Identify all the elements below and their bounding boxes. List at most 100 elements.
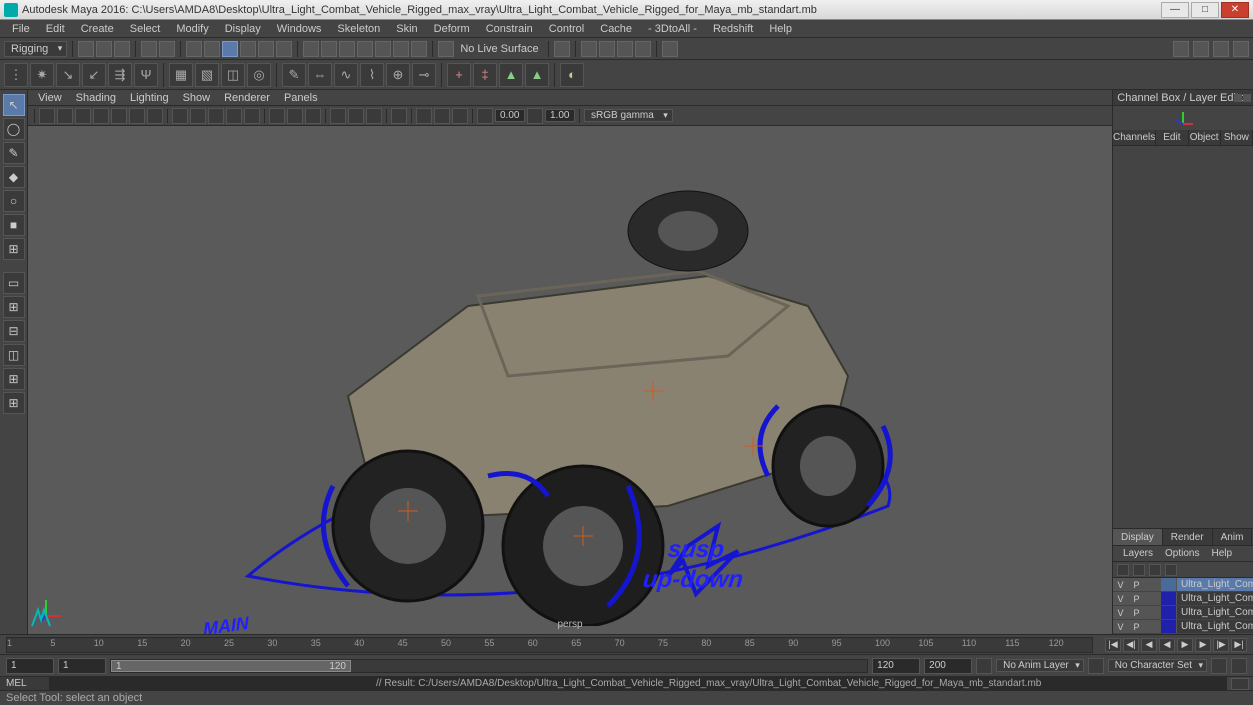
menu-modify[interactable]: Modify — [168, 23, 216, 35]
panel-menu-view[interactable]: View — [32, 92, 68, 104]
menu-skin[interactable]: Skin — [388, 23, 425, 35]
snap-point-icon[interactable] — [339, 41, 355, 57]
layer-vis-toggle[interactable]: V — [1113, 620, 1129, 633]
wireframe-icon[interactable] — [172, 108, 188, 124]
ik-spline-icon[interactable]: ↙ — [82, 63, 106, 87]
shaded-icon[interactable] — [190, 108, 206, 124]
mirror-icon[interactable]: ⇔ — [308, 63, 332, 87]
snap-surface-icon[interactable] — [375, 41, 391, 57]
select-mask-icon[interactable] — [276, 41, 292, 57]
step-back-button[interactable]: ◀ — [1141, 638, 1157, 652]
resolution-gate-icon[interactable] — [129, 108, 145, 124]
xray-joints-icon[interactable] — [305, 108, 321, 124]
mesh-icon[interactable]: ▧ — [195, 63, 219, 87]
dock-icon[interactable] — [1234, 94, 1242, 102]
image-plane-icon[interactable] — [75, 108, 91, 124]
range-slider-thumb[interactable]: 1 120 — [111, 660, 351, 672]
menu-create[interactable]: Create — [73, 23, 122, 35]
gamma-icon[interactable] — [527, 108, 543, 124]
new-scene-icon[interactable] — [78, 41, 94, 57]
menu-cache[interactable]: Cache — [592, 23, 640, 35]
lattice-icon[interactable]: ◫ — [221, 63, 245, 87]
menu-deform[interactable]: Deform — [426, 23, 478, 35]
step-forward-button[interactable]: ▶ — [1195, 638, 1211, 652]
isolate-select-icon[interactable] — [269, 108, 285, 124]
layer-type-toggle[interactable]: P — [1129, 592, 1145, 605]
go-to-start-button[interactable]: |◀ — [1105, 638, 1121, 652]
layer-color-swatch[interactable] — [1161, 578, 1177, 591]
wrap-icon[interactable]: ⌇ — [360, 63, 384, 87]
skin-cluster-icon[interactable]: ⇶ — [108, 63, 132, 87]
ik-handle-icon[interactable]: ↘ — [56, 63, 80, 87]
anim-layer-dropdown[interactable]: No Anim Layer — [996, 659, 1084, 672]
render-view-icon[interactable] — [662, 41, 678, 57]
parent-constraint-icon[interactable]: ‡ — [473, 63, 497, 87]
menu-constrain[interactable]: Constrain — [478, 23, 541, 35]
film-gate-icon[interactable] — [93, 108, 109, 124]
tab-edit[interactable]: Edit — [1156, 130, 1188, 145]
gamma-icon[interactable] — [477, 108, 493, 124]
tab-channels[interactable]: Channels — [1113, 130, 1156, 145]
lights-icon[interactable] — [226, 108, 242, 124]
pose-icon[interactable]: ▲ — [499, 63, 523, 87]
script-lang-toggle[interactable]: MEL — [0, 677, 50, 690]
menu-redshift[interactable]: Redshift — [705, 23, 761, 35]
maximize-button[interactable]: □ — [1191, 2, 1219, 18]
wire-icon[interactable]: ⊸ — [412, 63, 436, 87]
textured-icon[interactable] — [208, 108, 224, 124]
character-set-dropdown[interactable]: No Character Set — [1108, 659, 1207, 672]
lasso-tool[interactable]: ◯ — [3, 118, 25, 140]
layer-type-toggle[interactable]: P — [1129, 606, 1145, 619]
layer-color-swatch[interactable] — [1161, 620, 1177, 633]
snap-curve-icon[interactable] — [321, 41, 337, 57]
panel-menu-lighting[interactable]: Lighting — [124, 92, 175, 104]
rotate-tool[interactable]: ○ — [3, 190, 25, 212]
menu-windows[interactable]: Windows — [269, 23, 330, 35]
live-surface-icon[interactable] — [438, 41, 454, 57]
aa-icon[interactable] — [366, 108, 382, 124]
select-mask-icon[interactable] — [186, 41, 202, 57]
render-icon[interactable] — [581, 41, 597, 57]
playback-end-field[interactable] — [872, 658, 920, 674]
tab-display[interactable]: Display — [1113, 529, 1163, 545]
playback-start-field[interactable] — [58, 658, 106, 674]
panel-layout-icon[interactable] — [1173, 41, 1189, 57]
layout-four-icon[interactable]: ⊞ — [3, 296, 25, 318]
hypershade-icon[interactable] — [635, 41, 651, 57]
step-back-key-button[interactable]: ◀| — [1123, 638, 1139, 652]
last-tool[interactable]: ⊞ — [3, 238, 25, 260]
snap-icon[interactable] — [393, 41, 409, 57]
deform-icon[interactable]: ∿ — [334, 63, 358, 87]
close-button[interactable]: ✕ — [1221, 2, 1249, 18]
tab-render[interactable]: Render — [1163, 529, 1213, 545]
grid-icon[interactable] — [111, 108, 127, 124]
menu-layers[interactable]: Layers — [1117, 548, 1159, 559]
panel-menu-panels[interactable]: Panels — [278, 92, 324, 104]
autokey-icon[interactable] — [1211, 658, 1227, 674]
blend-shape-icon[interactable]: ⊕ — [386, 63, 410, 87]
layer-name[interactable]: Ultra_Light_Combat_V — [1177, 621, 1253, 632]
go-to-end-button[interactable]: ▶| — [1231, 638, 1247, 652]
layer-extra-toggle[interactable] — [1145, 606, 1161, 619]
open-scene-icon[interactable] — [96, 41, 112, 57]
layer-row[interactable]: V P Ultra_Light_Combat_V — [1113, 578, 1253, 592]
select-by-object-icon[interactable] — [222, 41, 238, 57]
construction-history-icon[interactable] — [554, 41, 570, 57]
range-reset-icon[interactable] — [976, 658, 992, 674]
select-mask-icon[interactable] — [258, 41, 274, 57]
exposure-icon[interactable] — [416, 108, 432, 124]
exposure-icon[interactable] — [452, 108, 468, 124]
anim-layer-icon[interactable] — [1088, 658, 1104, 674]
motion-blur-icon[interactable] — [348, 108, 364, 124]
scale-tool[interactable]: ■ — [3, 214, 25, 236]
layer-down-icon[interactable] — [1149, 564, 1161, 576]
select-mask-icon[interactable] — [204, 41, 220, 57]
command-input[interactable] — [50, 677, 370, 690]
hik-icon[interactable]: ◐ — [560, 63, 584, 87]
layer-vis-toggle[interactable]: V — [1113, 606, 1129, 619]
menu-select[interactable]: Select — [122, 23, 169, 35]
redo-icon[interactable] — [159, 41, 175, 57]
gate-mask-icon[interactable] — [147, 108, 163, 124]
minimize-button[interactable]: — — [1161, 2, 1189, 18]
exposure-icon[interactable] — [434, 108, 450, 124]
